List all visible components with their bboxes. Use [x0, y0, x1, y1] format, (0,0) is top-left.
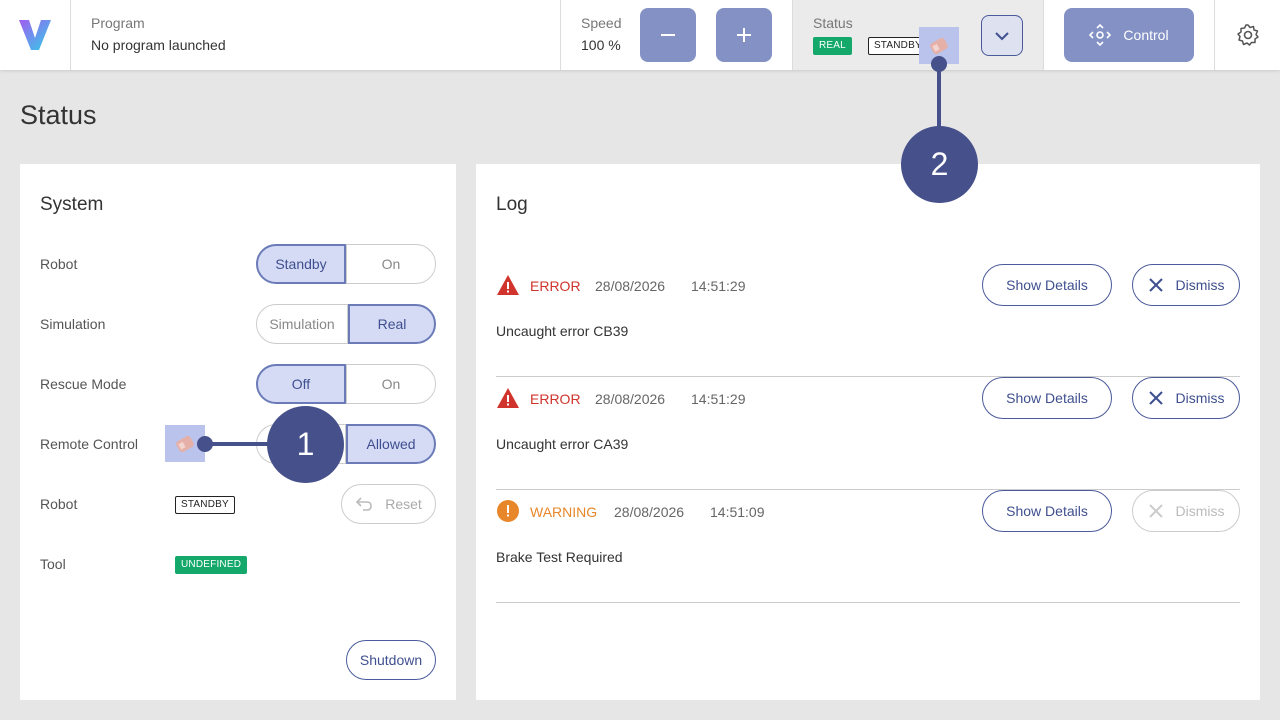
simulation-label: Simulation	[40, 316, 106, 332]
log-time: 14:51:09	[710, 504, 765, 520]
dismiss-label: Dismiss	[1175, 503, 1225, 519]
pencil-icon	[176, 435, 194, 452]
log-time: 14:51:29	[691, 278, 746, 294]
callout-1-line	[205, 442, 275, 446]
dismiss-label: Dismiss	[1175, 390, 1225, 406]
tool-row: Tool UNDEFINED	[20, 544, 456, 584]
close-icon	[1148, 504, 1163, 518]
log-panel: Log ERROR 28/08/2026 14:51:29 Uncaught e…	[476, 164, 1260, 700]
move-icon	[1089, 24, 1112, 46]
error-triangle-icon	[497, 275, 519, 295]
speed-decrease-button[interactable]	[640, 8, 696, 62]
log-entry: WARNING 28/08/2026 14:51:09 Brake Test R…	[496, 490, 1240, 603]
status-badge-real: REAL	[813, 37, 852, 55]
log-message: Uncaught error CB39	[496, 323, 629, 339]
program-value: No program launched	[91, 37, 226, 53]
simulation-option[interactable]: Simulation	[256, 304, 348, 344]
real-option[interactable]: Real	[348, 304, 436, 344]
log-date: 28/08/2026	[595, 391, 666, 407]
robot-state-badge: STANDBY	[175, 496, 235, 514]
callout-2-dot	[931, 56, 947, 72]
callout-2-badge: 2	[901, 126, 978, 203]
dismiss-label: Dismiss	[1175, 277, 1225, 293]
show-details-button[interactable]: Show Details	[982, 490, 1112, 532]
speed-label: Speed	[581, 15, 622, 31]
log-level: ERROR	[530, 278, 581, 294]
pencil-icon	[930, 37, 948, 54]
rescue-mode-toggle: Off On	[256, 364, 436, 404]
status-label: Status	[813, 15, 853, 31]
simulation-toggle: Simulation Real	[256, 304, 436, 344]
robot-standby-option[interactable]: Standby	[256, 244, 346, 284]
system-title: System	[40, 194, 104, 215]
control-button[interactable]: Control	[1064, 8, 1194, 62]
log-time: 14:51:29	[691, 391, 746, 407]
tool-state-badge: UNDEFINED	[175, 556, 248, 574]
robot-state-row: Robot STANDBY Reset	[20, 484, 456, 524]
remote-control-label: Remote Control	[40, 436, 139, 452]
log-title: Log	[496, 194, 528, 215]
log-message: Brake Test Required	[496, 549, 623, 565]
robot-on-option[interactable]: On	[346, 244, 436, 284]
control-section: Control	[1044, 0, 1215, 70]
log-entry: ERROR 28/08/2026 14:51:29 Uncaught error…	[496, 377, 1240, 490]
speed-section: Speed 100 %	[561, 0, 793, 70]
speed-value: 100 %	[581, 37, 621, 53]
reset-label: Reset	[385, 496, 422, 512]
dismiss-button[interactable]: Dismiss	[1132, 264, 1240, 306]
tool-label: Tool	[40, 556, 66, 572]
rescue-mode-label: Rescue Mode	[40, 376, 127, 392]
plus-icon	[737, 28, 751, 42]
show-details-button[interactable]: Show Details	[982, 377, 1112, 419]
log-message: Uncaught error CA39	[496, 436, 629, 452]
v-logo	[19, 20, 51, 50]
remote-allowed-option[interactable]: Allowed	[346, 424, 436, 464]
speed-increase-button[interactable]	[716, 8, 772, 62]
shutdown-button[interactable]: Shutdown	[346, 640, 436, 680]
log-level: ERROR	[530, 391, 581, 407]
rescue-on-option[interactable]: On	[346, 364, 436, 404]
robot-power-label: Robot	[40, 256, 78, 272]
undo-icon	[356, 497, 373, 511]
status-section: Status REAL STANDBY	[793, 0, 1044, 70]
dismiss-button[interactable]: Dismiss	[1132, 377, 1240, 419]
simulation-row: Simulation Simulation Real	[20, 304, 456, 344]
program-label: Program	[91, 15, 145, 31]
error-triangle-icon	[497, 388, 519, 408]
program-section[interactable]: Program No program launched	[71, 0, 561, 70]
reset-button[interactable]: Reset	[341, 484, 436, 524]
robot-power-toggle: Standby On	[256, 244, 436, 284]
minus-icon	[661, 34, 675, 36]
page-title: Status	[20, 100, 97, 130]
show-details-button[interactable]: Show Details	[982, 264, 1112, 306]
top-bar: Program No program launched Speed 100 % …	[0, 0, 1280, 70]
close-icon	[1148, 391, 1163, 405]
rescue-off-option[interactable]: Off	[256, 364, 346, 404]
control-label: Control	[1123, 27, 1169, 43]
rescue-mode-row: Rescue Mode Off On	[20, 364, 456, 404]
callout-1-badge: 1	[267, 406, 344, 483]
warning-circle-icon	[497, 500, 519, 522]
robot-state-label: Robot	[40, 496, 78, 512]
callout-2-line	[937, 64, 941, 134]
settings-button[interactable]	[1215, 0, 1280, 70]
app-logo	[0, 0, 71, 70]
log-date: 28/08/2026	[595, 278, 666, 294]
chevron-down-icon	[995, 31, 1009, 40]
log-entry: ERROR 28/08/2026 14:51:29 Uncaught error…	[496, 264, 1240, 377]
log-date: 28/08/2026	[614, 504, 685, 520]
robot-power-row: Robot Standby On	[20, 244, 456, 284]
status-dropdown-button[interactable]	[981, 15, 1023, 56]
gear-icon	[1236, 24, 1259, 46]
log-level: WARNING	[530, 504, 598, 520]
dismiss-button[interactable]: Dismiss	[1132, 490, 1240, 532]
system-panel: System Robot Standby On Simulation Simul…	[20, 164, 456, 700]
callout-1-dot	[197, 436, 213, 452]
close-icon	[1148, 278, 1163, 292]
